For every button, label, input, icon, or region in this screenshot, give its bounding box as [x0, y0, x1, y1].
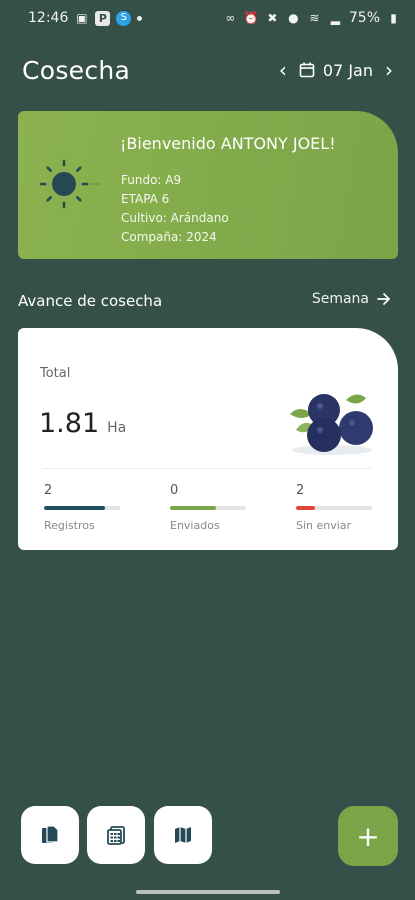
stat-enviados: 0 Enviados	[170, 483, 250, 532]
mute-icon: ✖	[267, 11, 278, 25]
documents-button[interactable]	[21, 806, 79, 864]
shazam-icon: S	[116, 10, 132, 26]
link-icon: ∞	[225, 11, 236, 25]
calculator-button[interactable]	[87, 806, 145, 864]
card-divider	[42, 468, 372, 469]
welcome-info: Fundo: A9 ETAPA 6 Cultivo: Arándano Comp…	[121, 171, 229, 247]
total-label: Total	[40, 366, 71, 381]
page-title: Cosecha	[22, 55, 131, 85]
battery-icon: ▮	[390, 11, 397, 25]
welcome-greeting: ¡Bienvenido ANTONY JOEL!	[120, 134, 336, 153]
location-icon: ●	[288, 11, 299, 25]
progress-bar-fill	[170, 506, 216, 510]
blueberries-icon	[290, 394, 373, 455]
status-bar: 12:46 ▣ P S ∞ ⏰ ✖ ● ≋ ▂ 75% ▮	[0, 0, 415, 36]
progress-bar	[44, 506, 120, 510]
calendar-icon	[299, 62, 315, 78]
status-time: 12:46	[28, 10, 69, 26]
campana-text: Compaña: 2024	[121, 230, 217, 244]
stat-value: 2	[44, 483, 53, 498]
home-indicator[interactable]	[136, 890, 280, 894]
arrow-right-icon	[377, 293, 390, 305]
stat-registros: 2 Registros	[44, 483, 124, 532]
sun-icon	[39, 159, 100, 209]
chevron-left-icon[interactable]: ‹	[279, 60, 287, 80]
stat-label: Enviados	[170, 519, 220, 532]
progress-bar	[296, 506, 372, 510]
stat-label: Sin enviar	[296, 519, 352, 532]
wifi-icon: ≋	[309, 11, 320, 25]
progress-bar-fill	[296, 506, 315, 510]
total-value: 1.81	[39, 408, 100, 439]
cultivo-text: Cultivo: Arándano	[121, 211, 229, 225]
stat-label: Registros	[44, 519, 95, 532]
etapa-text: ETAPA 6	[121, 192, 170, 206]
map-button[interactable]	[154, 806, 212, 864]
date-navigator: ‹ 07 Jan ›	[279, 60, 393, 80]
battery-percent: 75%	[348, 10, 380, 26]
date-picker-button[interactable]: 07 Jan	[299, 61, 373, 80]
stat-sin-enviar: 2 Sin enviar	[296, 483, 376, 532]
alarm-icon: ⏰	[243, 11, 259, 25]
calculator-icon	[107, 826, 125, 845]
fundo-text: Fundo: A9	[121, 173, 182, 187]
week-range-label: Semana	[311, 291, 369, 307]
week-range-link[interactable]: Semana	[312, 291, 391, 307]
progress-bar	[170, 506, 246, 510]
progress-bar-fill	[44, 506, 105, 510]
stat-value: 0	[170, 483, 179, 498]
app-header: Cosecha ‹ 07 Jan ›	[22, 52, 393, 88]
status-left: 12:46 ▣ P S	[28, 10, 143, 26]
stat-value: 2	[296, 483, 305, 498]
dot-icon	[137, 15, 143, 21]
total-area: 1.81 Ha	[39, 408, 126, 439]
image-icon: ▣	[76, 11, 88, 25]
section-title: Avance de cosecha	[18, 292, 163, 310]
add-button[interactable]: +	[338, 806, 398, 866]
parking-icon: P	[95, 10, 111, 26]
harvest-progress-card: Total 1.81 Ha 2 Registros 0 Enviados 2 S…	[18, 328, 398, 550]
total-unit: Ha	[107, 420, 127, 436]
status-right: ∞ ⏰ ✖ ● ≋ ▂ 75% ▮	[223, 10, 401, 26]
current-date: 07 Jan	[322, 60, 373, 80]
chevron-right-icon[interactable]: ›	[385, 60, 393, 80]
map-icon	[175, 827, 191, 843]
document-icon	[42, 825, 59, 843]
signal-icon: ▂	[330, 11, 340, 25]
